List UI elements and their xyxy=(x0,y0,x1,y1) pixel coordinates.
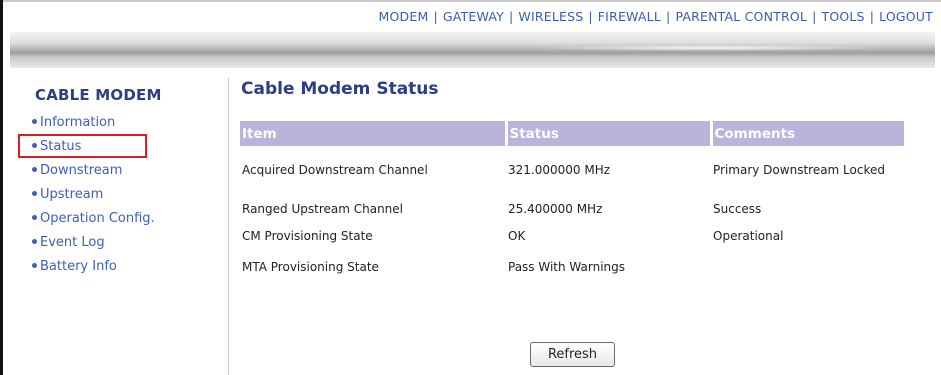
table-row: MTA Provisioning State Pass With Warning… xyxy=(240,248,904,286)
bullet-icon xyxy=(32,263,37,268)
cell-comments xyxy=(711,248,904,286)
sidebar-item-label: Event Log xyxy=(40,235,105,250)
refresh-button[interactable]: Refresh xyxy=(530,342,615,367)
bullet-icon xyxy=(32,215,37,220)
sidebar-item-label: Battery Info xyxy=(40,259,117,274)
column-header-item: Item xyxy=(240,121,508,146)
column-header-status: Status xyxy=(506,121,713,146)
nav-firewall[interactable]: FIREWALL xyxy=(598,9,661,24)
cell-item: Acquired Downstream Channel xyxy=(242,163,428,177)
table-row: Acquired Downstream Channel 321.000000 M… xyxy=(240,146,904,194)
sidebar-item-label: Information xyxy=(40,115,116,130)
cell-comments: Success xyxy=(713,202,762,216)
nav-gateway[interactable]: GATEWAY xyxy=(443,9,504,24)
nav-separator: | xyxy=(588,9,593,24)
column-header-comments: Comments xyxy=(711,121,904,146)
nav-separator: | xyxy=(869,9,875,24)
cell-status: OK xyxy=(508,229,526,243)
sidebar-item-event-log[interactable]: Event Log xyxy=(32,233,155,257)
sidebar-item-downstream[interactable]: Downstream xyxy=(32,161,155,185)
top-border xyxy=(0,0,941,2)
nav-modem[interactable]: MODEM xyxy=(379,9,429,24)
cell-comments: Operational xyxy=(713,229,784,243)
page-title: Cable Modem Status xyxy=(241,79,439,99)
sidebar-item-operation-config[interactable]: Operation Config. xyxy=(32,209,155,233)
nav-separator: | xyxy=(508,9,514,24)
cell-item: Ranged Upstream Channel xyxy=(242,202,403,216)
cell-status: 25.400000 MHz xyxy=(508,202,603,216)
bullet-icon xyxy=(32,119,37,124)
bullet-icon xyxy=(32,167,37,172)
nav-separator: | xyxy=(666,9,671,24)
table-header-row: Item Status Comments xyxy=(240,121,904,146)
left-border xyxy=(0,0,3,375)
cell-item: CM Provisioning State xyxy=(242,229,373,243)
bullet-icon xyxy=(32,191,37,196)
cell-status: Pass With Warnings xyxy=(508,260,626,274)
nav-wireless[interactable]: WIRELESS xyxy=(518,9,583,24)
sidebar-item-upstream[interactable]: Upstream xyxy=(32,185,155,209)
cell-item: MTA Provisioning State xyxy=(242,260,379,274)
nav-parental-control[interactable]: PARENTAL CONTROL xyxy=(675,9,807,24)
sidebar-item-label: Upstream xyxy=(40,187,104,202)
table-row: Ranged Upstream Channel 25.400000 MHz Su… xyxy=(240,194,904,224)
content-divider xyxy=(228,78,229,375)
nav-logout[interactable]: LOGOUT xyxy=(879,9,933,24)
sidebar-item-label: Downstream xyxy=(40,163,123,178)
sidebar-title: CABLE MODEM xyxy=(35,86,162,104)
cell-comments: Primary Downstream Locked xyxy=(713,163,885,177)
nav-tools[interactable]: TOOLS xyxy=(821,9,864,24)
header-banner xyxy=(10,32,935,68)
status-table: Item Status Comments Acquired Downstream… xyxy=(240,121,904,286)
nav-separator: | xyxy=(433,9,438,24)
bullet-icon xyxy=(32,239,37,244)
status-highlight-box xyxy=(18,134,147,158)
top-navigation: MODEM | GATEWAY | WIRELESS | FIREWALL | PARENTAL… xyxy=(0,9,941,24)
nav-separator: | xyxy=(812,9,817,24)
banner-shine xyxy=(530,45,890,51)
cell-status: 321.000000 MHz xyxy=(508,163,611,177)
table-row: CM Provisioning State OK Operational xyxy=(240,224,904,248)
sidebar-item-battery-info[interactable]: Battery Info xyxy=(32,257,155,281)
sidebar-item-label: Operation Config. xyxy=(40,211,155,226)
